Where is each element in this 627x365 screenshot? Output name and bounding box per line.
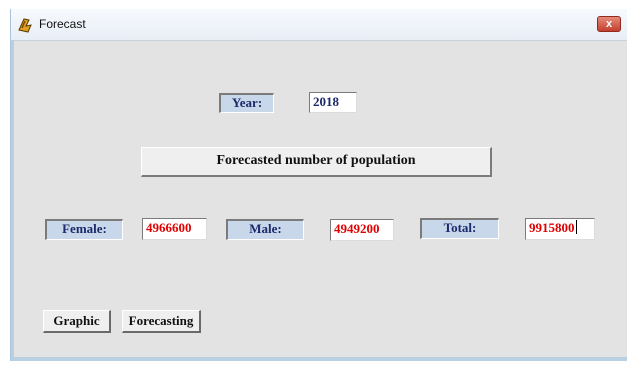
text-cursor	[575, 220, 577, 234]
forecast-banner: Forecasted number of population	[141, 147, 492, 177]
close-button[interactable]: x	[597, 16, 621, 32]
window-title: Forecast	[39, 17, 86, 31]
bottom-border	[11, 357, 627, 361]
forecast-window: Forecast x Year: 2018 Forecasted number …	[10, 9, 627, 361]
male-label: Male:	[226, 219, 304, 240]
female-value-field[interactable]: 4966600	[142, 218, 207, 240]
female-label: Female:	[45, 219, 123, 240]
graphic-button[interactable]: Graphic	[43, 310, 111, 333]
close-icon: x	[605, 18, 613, 30]
total-value-text: 9915800	[529, 220, 575, 235]
total-value-field[interactable]: 9915800	[525, 218, 595, 240]
year-field[interactable]: 2018	[309, 92, 357, 113]
male-value-field[interactable]: 4949200	[330, 219, 394, 241]
app-icon	[18, 18, 32, 33]
total-label: Total:	[420, 218, 499, 239]
forecasting-button[interactable]: Forecasting	[122, 310, 201, 333]
left-border	[11, 40, 14, 361]
title-bar[interactable]: Forecast x	[11, 9, 627, 41]
year-label: Year:	[219, 93, 274, 113]
